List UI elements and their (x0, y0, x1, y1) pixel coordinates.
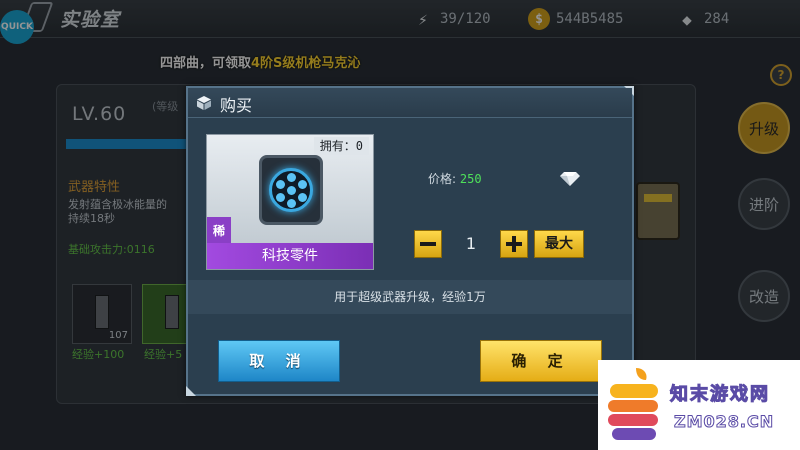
watermark: 知末游戏网 ZM028.CN (598, 360, 800, 450)
item-description: 用于超级武器升级，经验1万 (188, 280, 632, 314)
corner-decoration (186, 386, 196, 396)
watermark-en: ZM028.CN (673, 412, 775, 432)
rarity-badge: 稀 (207, 217, 231, 243)
max-quantity-button[interactable]: 最大 (534, 230, 584, 258)
cube-icon (197, 96, 211, 110)
purchase-dialog: 购买 拥有：0 稀 科技零件 价格: 250 1 最大 用于超级武器升级，经验1… (186, 86, 634, 396)
decrease-quantity-button[interactable] (414, 230, 442, 258)
dialog-title: 购买 (220, 96, 253, 115)
owned-tag: 拥有：0 (313, 137, 369, 155)
tech-part-icon (259, 155, 323, 225)
site-logo-icon (608, 368, 658, 440)
watermark-cn: 知末游戏网 (670, 384, 770, 406)
cancel-button[interactable]: 取 消 (218, 340, 340, 382)
diamond-icon (560, 172, 580, 186)
item-name: 科技零件 (207, 243, 373, 269)
confirm-button[interactable]: 确 定 (480, 340, 602, 382)
increase-quantity-button[interactable] (500, 230, 528, 258)
quantity-value[interactable]: 1 (444, 230, 498, 258)
price-value: 250 (459, 172, 482, 186)
dialog-header: 购买 (188, 88, 632, 118)
owned-label: 拥有： (319, 139, 356, 153)
price-label: 价格: (428, 172, 457, 186)
price-row: 价格: 250 (428, 170, 482, 187)
item-card: 拥有：0 稀 科技零件 (206, 134, 374, 270)
owned-count: 0 (355, 139, 363, 153)
